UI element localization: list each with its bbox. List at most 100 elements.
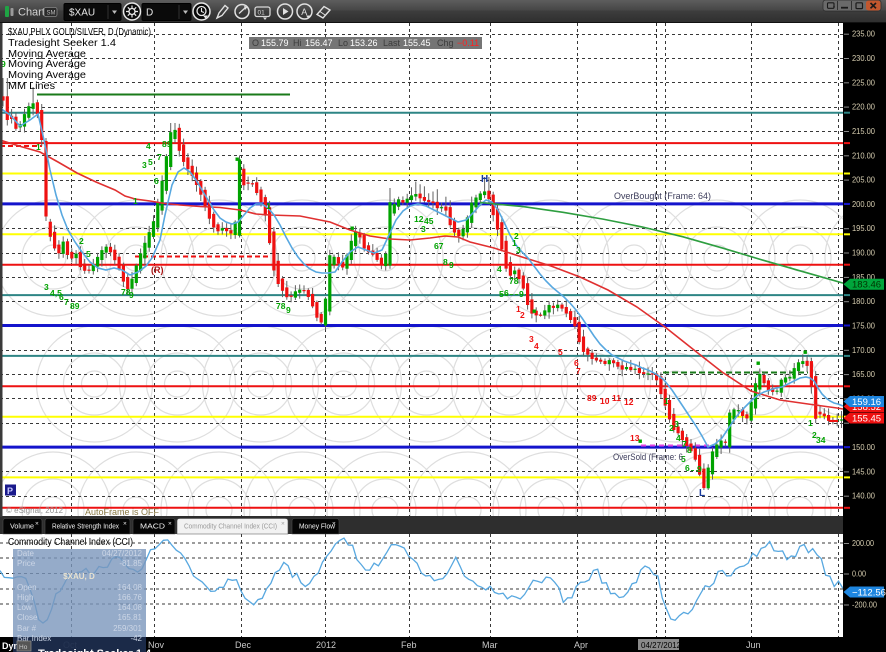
svg-text:Chg: Chg <box>437 38 454 48</box>
svg-text:155.45: 155.45 <box>403 38 431 48</box>
svg-text:© eSignal, 2012: © eSignal, 2012 <box>6 506 64 515</box>
svg-text:Low: Low <box>17 603 32 612</box>
svg-text:140.00: 140.00 <box>852 491 875 501</box>
svg-text:4: 4 <box>534 341 539 351</box>
svg-text:H: H <box>481 174 488 185</box>
svg-text:5: 5 <box>86 249 91 259</box>
svg-text:Moving Average: Moving Average <box>8 70 86 81</box>
svg-text:-81.85: -81.85 <box>119 559 142 568</box>
svg-text:9: 9 <box>697 464 702 474</box>
svg-text:9: 9 <box>286 305 291 315</box>
svg-text:Chart: Chart <box>18 7 45 19</box>
svg-text:3: 3 <box>421 224 426 234</box>
svg-text:145.00: 145.00 <box>852 466 875 476</box>
svg-text:235.00: 235.00 <box>852 29 875 39</box>
svg-text:8: 8 <box>687 445 692 455</box>
svg-text:$XAU,PHLX GOLD/SILVER, D (Dyna: $XAU,PHLX GOLD/SILVER, D (Dynamic) <box>8 27 151 38</box>
svg-text:1: 1 <box>266 201 271 211</box>
svg-text:3: 3 <box>516 245 521 255</box>
svg-text:6: 6 <box>504 288 509 298</box>
svg-text:Bar #: Bar # <box>17 624 37 633</box>
svg-text:Moving Average: Moving Average <box>8 59 86 70</box>
svg-text:Feb: Feb <box>401 640 417 650</box>
svg-text:7: 7 <box>576 366 581 376</box>
svg-text:−0.11: −0.11 <box>457 38 479 48</box>
svg-text:(R): (R) <box>151 265 164 275</box>
svg-text:Date: Date <box>17 549 34 558</box>
svg-text:5: 5 <box>558 347 563 357</box>
svg-text:High: High <box>17 593 33 602</box>
svg-text:8: 8 <box>443 257 448 267</box>
svg-text:P: P <box>7 486 13 496</box>
svg-text:04/27/2012: 04/27/2012 <box>102 549 143 558</box>
svg-text:-200.00: -200.00 <box>852 600 877 610</box>
svg-text:O: O <box>252 38 259 48</box>
svg-text:OverBought (Frame: 64): OverBought (Frame: 64) <box>614 191 711 202</box>
svg-text:Dyn: Dyn <box>2 641 19 651</box>
svg-text:156.47: 156.47 <box>305 38 333 48</box>
svg-text:1: 1 <box>664 396 669 406</box>
svg-text:×: × <box>123 521 127 528</box>
svg-text:Close: Close <box>17 613 38 622</box>
svg-text:$XAU: $XAU <box>69 8 95 19</box>
svg-text:Apr: Apr <box>574 640 588 650</box>
svg-text:7: 7 <box>64 297 69 307</box>
svg-text:01: 01 <box>258 10 266 17</box>
svg-text:78: 78 <box>276 301 286 311</box>
svg-text:04/27/2012: 04/27/2012 <box>641 641 682 650</box>
svg-text:67: 67 <box>434 241 444 251</box>
svg-text:4: 4 <box>497 264 502 274</box>
svg-text:190.00: 190.00 <box>852 248 875 258</box>
svg-text:220.00: 220.00 <box>852 102 875 112</box>
svg-text:175.00: 175.00 <box>852 321 875 331</box>
svg-text:215.00: 215.00 <box>852 126 875 136</box>
svg-text:1: 1 <box>808 418 813 428</box>
svg-text:9: 9 <box>129 290 134 300</box>
svg-text:166.76: 166.76 <box>118 593 143 602</box>
svg-text:$XAU, D: $XAU, D <box>63 572 95 581</box>
svg-text:×: × <box>35 521 39 528</box>
svg-text:210.00: 210.00 <box>852 150 875 160</box>
svg-text:Mar: Mar <box>482 640 498 650</box>
svg-text:165.00: 165.00 <box>852 369 875 379</box>
svg-text:150.00: 150.00 <box>852 442 875 452</box>
svg-text:89: 89 <box>587 393 597 403</box>
svg-text:D: D <box>146 8 153 19</box>
svg-text:L: L <box>699 488 705 499</box>
svg-text:Tradesight Seeker 1.4: Tradesight Seeker 1.4 <box>8 38 116 49</box>
svg-text:165.81: 165.81 <box>118 613 143 622</box>
svg-text:2012: 2012 <box>316 640 336 650</box>
svg-text:Money Flow: Money Flow <box>299 522 336 531</box>
svg-text:89: 89 <box>162 139 172 149</box>
svg-text:205.00: 205.00 <box>852 175 875 185</box>
svg-text:Last: Last <box>383 38 401 48</box>
svg-text:12: 12 <box>414 214 424 224</box>
svg-text:4: 4 <box>146 141 151 151</box>
svg-text:MM Lines: MM Lines <box>8 81 55 92</box>
svg-text:-42: -42 <box>130 634 142 643</box>
svg-text:×: × <box>332 521 336 528</box>
svg-text:Hi: Hi <box>293 38 302 48</box>
svg-text:5: 5 <box>148 157 153 167</box>
svg-text:6: 6 <box>685 463 690 473</box>
svg-text:×: × <box>281 521 285 528</box>
svg-text:Tradesight Seeker 1.4: Tradesight Seeker 1.4 <box>38 648 152 652</box>
svg-text:4: 4 <box>676 433 681 443</box>
svg-text:195.00: 195.00 <box>852 223 875 233</box>
svg-text:Relative Strength Index: Relative Strength Index <box>52 522 119 531</box>
svg-text:3: 3 <box>674 419 679 429</box>
svg-text:159.16: 159.16 <box>852 397 881 408</box>
svg-text:164.08: 164.08 <box>118 603 143 612</box>
svg-text:×: × <box>168 521 172 528</box>
svg-text:Lo: Lo <box>338 38 348 48</box>
svg-text:−112.56: −112.56 <box>852 587 886 598</box>
svg-text:1: 1 <box>36 142 41 152</box>
svg-text:OverSold (Frame: 6: OverSold (Frame: 6 <box>613 452 683 463</box>
svg-text:3: 3 <box>142 160 147 170</box>
svg-text:7: 7 <box>157 152 162 162</box>
svg-text:11: 11 <box>612 393 621 403</box>
svg-text:9: 9 <box>519 289 524 299</box>
svg-text:AutoFrame is OFF: AutoFrame is OFF <box>85 507 159 517</box>
svg-text:155.45: 155.45 <box>852 413 881 424</box>
svg-text:Open: Open <box>17 583 37 592</box>
